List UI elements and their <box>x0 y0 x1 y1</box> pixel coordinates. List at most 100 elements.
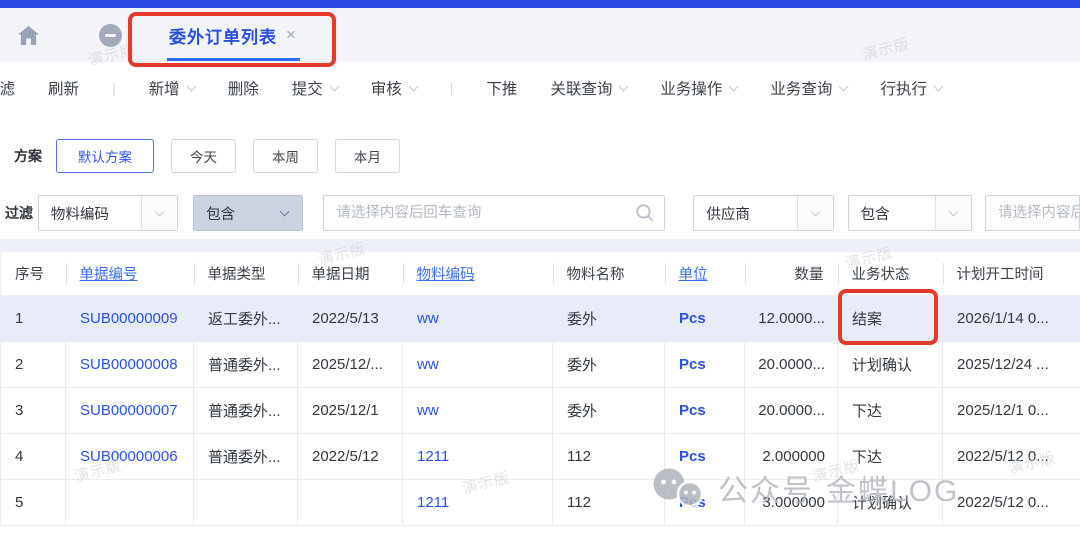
cell-bill-type: 返工委外... <box>194 295 298 341</box>
column-header-bill-type: 单据类型 <box>194 252 298 295</box>
cell-bill-no[interactable]: SUB00000006 <box>66 433 194 479</box>
cell-bill-no <box>66 479 194 525</box>
cell-bill-date: 2022/5/12 <box>298 433 403 479</box>
toolbar-item-business-operation[interactable]: 业务操作 <box>660 77 737 99</box>
toolbar-item-refresh[interactable]: 刷新 <box>48 77 79 99</box>
cell-unit[interactable]: Pcs <box>665 295 745 341</box>
scheme-button-this-month[interactable]: 本月 <box>335 139 400 173</box>
filter-field-select[interactable]: 物料编码 <box>38 195 178 231</box>
top-accent-bar <box>0 0 1080 8</box>
home-icon[interactable] <box>17 25 40 46</box>
cell-material-code[interactable]: 1211 <box>403 433 553 479</box>
chevron-down-icon <box>408 81 418 91</box>
search-icon[interactable] <box>635 203 655 228</box>
close-icon[interactable]: × <box>286 25 296 45</box>
table-row[interactable]: 1SUB00000009返工委外...2022/5/13ww委外Pcs12.00… <box>1 295 1080 341</box>
cell-material-code[interactable]: ww <box>403 295 553 341</box>
cell-bill-date: 2025/12/1 <box>298 387 403 433</box>
table-header-row: 序号单据编号单据类型单据日期物料编码物料名称单位数量业务状态计划开工时间 <box>1 252 1080 295</box>
filter-operator-value: 包含 <box>194 196 266 230</box>
cell-status: 结案 <box>838 295 943 341</box>
chevron-down-icon <box>329 81 339 91</box>
column-header-material-code[interactable]: 物料编码 <box>403 252 553 295</box>
cell-seq: 4 <box>1 433 66 479</box>
toolbar-item-label: 新增 <box>149 77 180 99</box>
filter-field-select-2[interactable]: 供应商 <box>693 195 833 231</box>
toolbar-divider: | <box>112 80 116 96</box>
toolbar-item-submit[interactable]: 提交 <box>292 77 338 99</box>
cell-material-name: 112 <box>553 433 665 479</box>
column-header-qty: 数量 <box>745 252 838 295</box>
cell-qty: 12.0000... <box>745 295 838 341</box>
toolbar-item-label: 关联查询 <box>550 77 612 99</box>
toolbar-item-label: 刷新 <box>48 77 79 99</box>
toolbar-item-label: 业务操作 <box>660 77 722 99</box>
table-row[interactable]: 51211112Pcs3.000000计划确认2022/5/12 0... <box>1 479 1080 525</box>
cell-seq: 1 <box>1 295 66 341</box>
cell-unit[interactable]: Pcs <box>665 433 745 479</box>
toolbar-item-label: 提交 <box>292 77 323 99</box>
filter-search-input-2[interactable] <box>985 195 1080 231</box>
chevron-down-icon <box>797 196 833 230</box>
filter-field-value: 物料编码 <box>39 196 141 230</box>
toolbar-item-delete[interactable]: 删除 <box>228 77 259 99</box>
toolbar-item-business-query[interactable]: 业务查询 <box>770 77 847 99</box>
scheme-button-default-scheme[interactable]: 默认方案 <box>56 139 154 173</box>
tab-label: 委外订单列表 <box>169 23 277 48</box>
chevron-down-icon <box>186 81 196 91</box>
chevron-down-icon <box>619 81 629 91</box>
chevron-down-icon <box>141 196 177 230</box>
section-divider-band <box>0 239 1080 252</box>
tab-bar: 委外订单列表 × <box>0 8 1080 62</box>
filter-field-2-value: 供应商 <box>694 196 796 230</box>
cell-qty: 20.0000... <box>745 387 838 433</box>
cell-bill-no[interactable]: SUB00000009 <box>66 295 194 341</box>
column-header-bill-no[interactable]: 单据编号 <box>66 252 194 295</box>
column-header-bill-date: 单据日期 <box>298 252 403 295</box>
filter-row: 过滤 物料编码 包含 供应商 包含 <box>0 195 1080 231</box>
order-table: 序号单据编号单据类型单据日期物料编码物料名称单位数量业务状态计划开工时间 1SU… <box>0 252 1080 526</box>
table-row[interactable]: 2SUB00000008普通委外...2025/12/...ww委外Pcs20.… <box>1 341 1080 387</box>
cell-material-name: 委外 <box>553 341 665 387</box>
table-row[interactable]: 4SUB00000006普通委外...2022/5/121211112Pcs2.… <box>1 433 1080 479</box>
toolbar-item-new[interactable]: 新增 <box>149 77 195 99</box>
cell-plan-start-time: 2025/12/24 ... <box>943 341 1080 387</box>
toolbar-item-row-execute[interactable]: 行执行 <box>880 77 942 99</box>
scheme-button-this-week[interactable]: 本周 <box>253 139 318 173</box>
cell-plan-start-time: 2026/1/14 0... <box>943 295 1080 341</box>
cell-unit[interactable]: Pcs <box>665 341 745 387</box>
tab-active-underline <box>167 58 300 61</box>
toolbar-item-related-query[interactable]: 关联查询 <box>550 77 627 99</box>
scheme-label: 方案 <box>14 146 42 166</box>
cell-unit[interactable]: Pcs <box>665 479 745 525</box>
cell-material-code[interactable]: ww <box>403 387 553 433</box>
cell-unit[interactable]: Pcs <box>665 387 745 433</box>
message-icon[interactable] <box>99 24 122 47</box>
cell-bill-no[interactable]: SUB00000007 <box>66 387 194 433</box>
cell-bill-type: 普通委外... <box>194 387 298 433</box>
scheme-row: 方案 默认方案今天本周本月 <box>0 139 1080 173</box>
filter-operator-select[interactable]: 包含 <box>193 195 303 231</box>
tab-outsourcing-order-list[interactable]: 委外订单列表 × <box>167 8 302 62</box>
chevron-down-icon <box>935 196 971 230</box>
cell-material-code[interactable]: ww <box>403 341 553 387</box>
toolbar-item-audit[interactable]: 审核 <box>371 77 417 99</box>
filter-search-input[interactable] <box>323 195 665 231</box>
column-header-status: 业务状态 <box>838 252 943 295</box>
chevron-down-icon <box>266 196 302 230</box>
toolbar-item-push-down[interactable]: 下推 <box>486 77 517 99</box>
table-row[interactable]: 3SUB00000007普通委外...2025/12/1ww委外Pcs20.00… <box>1 387 1080 433</box>
toolbar-item-filter[interactable]: 过滤 <box>0 77 15 99</box>
column-header-unit[interactable]: 单位 <box>665 252 745 295</box>
scheme-button-today[interactable]: 今天 <box>171 139 236 173</box>
filter-label: 过滤 <box>5 203 36 223</box>
filter-operator-2-value: 包含 <box>849 196 935 230</box>
cell-material-name: 委外 <box>553 295 665 341</box>
cell-material-code[interactable]: 1211 <box>403 479 553 525</box>
cell-bill-date: 2025/12/... <box>298 341 403 387</box>
filter-operator-select-2[interactable]: 包含 <box>848 195 972 231</box>
cell-status: 计划确认 <box>838 341 943 387</box>
cell-bill-no[interactable]: SUB00000008 <box>66 341 194 387</box>
cell-seq: 2 <box>1 341 66 387</box>
apps-icon[interactable] <box>59 25 80 46</box>
